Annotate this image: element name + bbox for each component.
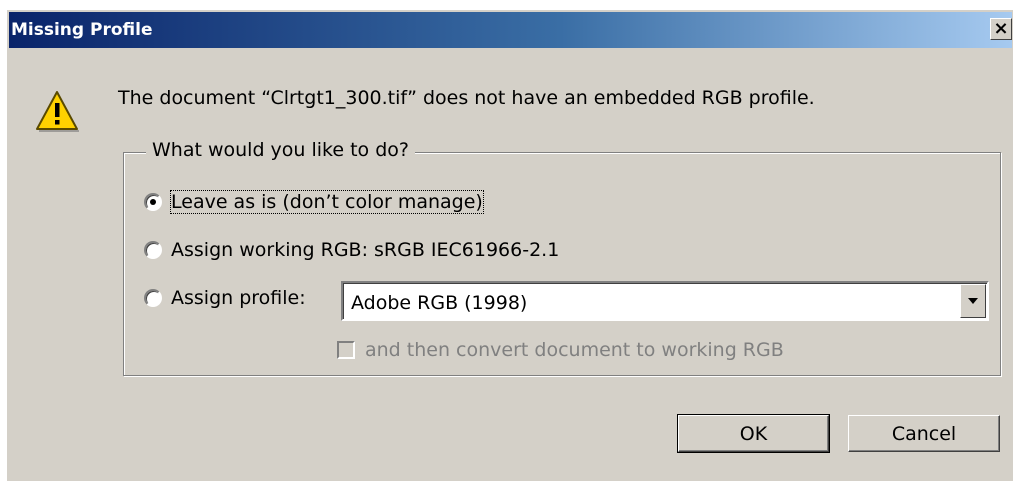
dialog-title: Missing Profile <box>11 20 153 40</box>
radio-button[interactable] <box>144 289 162 307</box>
groupbox-legend: What would you like to do? <box>146 139 415 161</box>
dropdown-button[interactable] <box>960 284 986 318</box>
warning-message: The document “Clrtgt1_300.tif” does not … <box>118 87 815 109</box>
convert-checkbox-label: and then convert document to working RGB <box>365 339 784 361</box>
profile-select-value: Adobe RGB (1998) <box>351 292 528 314</box>
radio-button[interactable] <box>144 241 162 259</box>
title-bar[interactable]: Missing Profile × <box>9 12 1012 48</box>
convert-checkbox-row[interactable]: and then convert document to working RGB <box>337 339 784 361</box>
option-assign-profile[interactable]: Assign profile: <box>144 287 306 309</box>
option-label: Assign working RGB: sRGB IEC61966-2.1 <box>171 239 560 261</box>
profile-select[interactable]: Adobe RGB (1998) <box>341 281 989 321</box>
radio-button[interactable] <box>144 193 162 211</box>
missing-profile-dialog: Missing Profile × The document “Clrtgt1_… <box>6 9 1013 481</box>
convert-checkbox[interactable] <box>337 341 355 359</box>
cancel-button[interactable]: Cancel <box>848 415 1000 452</box>
options-groupbox: What would you like to do? Leave as is (… <box>123 139 1001 376</box>
chevron-down-icon <box>968 298 978 304</box>
warning-icon <box>36 91 79 132</box>
ok-button[interactable]: OK <box>677 414 830 453</box>
option-assign-working-rgb[interactable]: Assign working RGB: sRGB IEC61966-2.1 <box>144 239 559 261</box>
close-icon: × <box>993 18 1009 39</box>
option-leave-as-is[interactable]: Leave as is (don’t color manage) <box>144 190 484 214</box>
option-label: Assign profile: <box>171 287 306 309</box>
close-button[interactable]: × <box>990 18 1012 40</box>
option-label: Leave as is (don’t color manage) <box>170 190 484 214</box>
